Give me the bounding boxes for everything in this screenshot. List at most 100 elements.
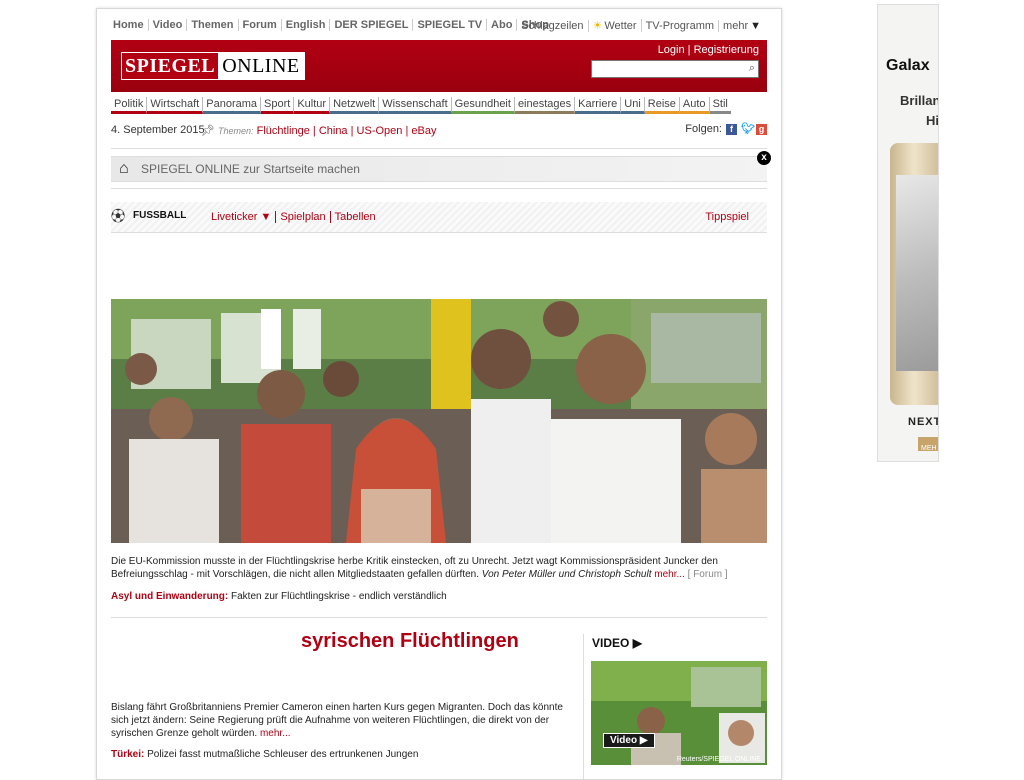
section-wirtschaft[interactable]: Wirtschaft xyxy=(147,97,204,114)
section-sport[interactable]: Sport xyxy=(261,97,295,114)
section-einestages[interactable]: einestages xyxy=(514,97,576,114)
topic-fluechtlinge[interactable]: Flüchtlinge xyxy=(257,125,310,137)
video-header-label: VIDEO xyxy=(592,636,630,650)
section-panorama[interactable]: Panorama xyxy=(203,97,262,114)
close-label: x xyxy=(761,152,767,163)
lead-forum-link[interactable]: [ Forum ] xyxy=(688,569,728,580)
current-date: 4. September 2015 xyxy=(111,124,205,136)
column-divider xyxy=(583,634,584,779)
video-thumbnail[interactable]: Video ▶ Reuters/SPIEGEL ONLINE xyxy=(591,661,767,765)
lead-story-image[interactable] xyxy=(111,299,767,543)
section-netzwelt[interactable]: Netzwelt xyxy=(330,97,380,114)
refugee-crowd-photo xyxy=(111,299,767,543)
section-wissenschaft[interactable]: Wissenschaft xyxy=(379,97,452,114)
dateline: 4. September 2015 📌︎ Themen: Flüchtlinge… xyxy=(111,123,767,138)
related-link-asyl[interactable]: Asyl und Einwanderung: Fakten zur Flücht… xyxy=(111,591,447,602)
startpage-text: SPIEGEL ONLINE zur Startseite machen xyxy=(141,162,360,176)
fussball-label: FUSSBALL xyxy=(133,210,187,221)
close-icon[interactable]: x xyxy=(757,151,771,165)
home-icon: ⌂ xyxy=(119,160,129,177)
triangle-down-icon: ▼ xyxy=(750,20,761,32)
nav-english[interactable]: English xyxy=(282,19,331,31)
fussball-links: Liveticker ▼ Spielplan Tabellen xyxy=(207,211,380,223)
nav-der-spiegel[interactable]: DER SPIEGEL xyxy=(330,19,414,31)
topic-china[interactable]: China xyxy=(319,125,348,137)
nav-video[interactable]: Video xyxy=(149,19,188,31)
ad-headline: Galax xyxy=(886,57,930,74)
play-triangle-icon: ▶ xyxy=(632,636,642,650)
second-more-link[interactable]: mehr... xyxy=(260,728,291,739)
section-reise[interactable]: Reise xyxy=(644,97,680,114)
mehr-label: mehr xyxy=(723,20,749,32)
section-gesundheit[interactable]: Gesundheit xyxy=(451,97,515,114)
facebook-icon[interactable]: f xyxy=(726,123,737,135)
divider xyxy=(111,188,767,189)
section-uni[interactable]: Uni xyxy=(621,97,645,114)
section-kultur[interactable]: Kultur xyxy=(294,97,331,114)
video-header[interactable]: VIDEO ▶ xyxy=(592,636,642,650)
nav-wetter[interactable]: ☀ Wetter xyxy=(589,19,642,32)
related-link-tuerkei[interactable]: Türkei: Polizei fasst mutmaßliche Schleu… xyxy=(111,749,418,760)
section-politik[interactable]: Politik xyxy=(111,97,148,114)
ad-next-text: NEXT xyxy=(908,416,939,428)
second-story-headline[interactable]: syrischen Flüchtlingen xyxy=(301,630,519,653)
spiegel-online-logo[interactable]: SPIEGEL ONLINE xyxy=(121,52,305,80)
ad-subline-1: Brillan xyxy=(900,93,939,108)
video-badge-label: Video xyxy=(610,735,638,746)
tippspiel-link[interactable]: Tippspiel xyxy=(705,211,749,223)
soccer-ball-icon: ⚽︎ xyxy=(111,208,125,224)
sun-icon: ☀ xyxy=(592,20,603,32)
themes-label: Themen: xyxy=(218,126,254,136)
second-story-teaser: Bislang fährt Großbritanniens Premier Ca… xyxy=(111,701,576,740)
nav-schlagzeilen[interactable]: Schlagzeilen xyxy=(517,20,589,32)
nav-themen[interactable]: Themen xyxy=(187,19,239,31)
nav-abo[interactable]: Abo xyxy=(487,19,518,31)
fussball-bar: ⚽︎ FUSSBALL Liveticker ▼ Spielplan Tabelle… xyxy=(111,202,767,233)
logo-spiegel: SPIEGEL xyxy=(122,53,219,79)
divider xyxy=(111,148,767,149)
folgen-label: Folgen: xyxy=(685,123,722,135)
pin-icon: 📌︎ xyxy=(201,125,215,137)
second-teaser-text: Bislang fährt Großbritanniens Premier Ca… xyxy=(111,702,563,739)
page-container: Home Video Themen Forum English DER SPIEGEL SP… xyxy=(96,8,782,780)
ad-subline-2: Hi xyxy=(926,113,939,128)
section-karriere[interactable]: Karriere xyxy=(575,97,622,114)
follow-bar: Folgen: f 🐦︎ g xyxy=(685,123,767,135)
top-navigation: Home Video Themen Forum English DER SPIEGEL SP… xyxy=(111,19,765,35)
nav-mehr[interactable]: mehr ▼ xyxy=(719,20,765,32)
lead-story-teaser: Die EU-Kommission musste in der Flüchtli… xyxy=(111,555,767,581)
nav-tv-programm[interactable]: TV-Programm xyxy=(642,20,720,32)
photo-credit: Reuters/SPIEGEL ONLINE xyxy=(676,756,761,763)
nav-home[interactable]: Home xyxy=(111,19,149,31)
twitter-icon[interactable]: 🐦︎ xyxy=(741,123,755,135)
top-nav-right: Schlagzeilen ☀ Wetter TV-Programm mehr ▼ xyxy=(517,19,765,32)
topic-ebay[interactable]: eBay xyxy=(411,125,436,137)
lead-more-link[interactable]: mehr... xyxy=(654,569,685,580)
asyl-text: Fakten zur Flüchtlingskrise - endlich ve… xyxy=(231,591,447,602)
liveticker-link[interactable]: Liveticker ▼ xyxy=(207,211,277,223)
search-icon[interactable]: ⌕ xyxy=(749,62,755,75)
nav-forum[interactable]: Forum xyxy=(239,19,282,31)
login-registrierung-link[interactable]: Login | Registrierung xyxy=(658,44,759,56)
themes-bar: 📌︎ Themen: Flüchtlinge | China | US-Open… xyxy=(201,125,437,137)
ad-more-button[interactable]: MEH xyxy=(918,437,938,452)
spielplan-link[interactable]: Spielplan xyxy=(276,211,331,223)
video-still-image xyxy=(591,661,767,765)
play-icon: ▶ xyxy=(639,735,648,746)
lead-authors: Von Peter Müller und Christoph Schult xyxy=(481,569,652,580)
asyl-label: Asyl und Einwanderung: xyxy=(111,591,229,602)
search-input[interactable]: ⌕ xyxy=(591,60,759,78)
advertisement-banner[interactable]: Galax Brillan Hi NEXT MEH xyxy=(877,4,939,462)
topic-us-open[interactable]: US-Open xyxy=(357,125,403,137)
masthead: SPIEGEL ONLINE Login | Registrierung ⌕ xyxy=(111,40,767,92)
video-badge[interactable]: Video ▶ xyxy=(603,733,655,748)
google-plus-icon[interactable]: g xyxy=(756,123,767,135)
section-auto[interactable]: Auto xyxy=(679,97,710,114)
wetter-label: Wetter xyxy=(604,20,637,32)
tabellen-link[interactable]: Tabellen xyxy=(331,211,380,223)
logo-online: ONLINE xyxy=(218,53,304,79)
nav-spiegel-tv[interactable]: SPIEGEL TV xyxy=(413,19,488,31)
tuerkei-text: Polizei fasst mutmaßliche Schleuser des … xyxy=(147,749,419,760)
section-stil[interactable]: Stil xyxy=(709,97,731,114)
startpage-banner[interactable]: ⌂ SPIEGEL ONLINE zur Startseite machen xyxy=(111,156,767,182)
